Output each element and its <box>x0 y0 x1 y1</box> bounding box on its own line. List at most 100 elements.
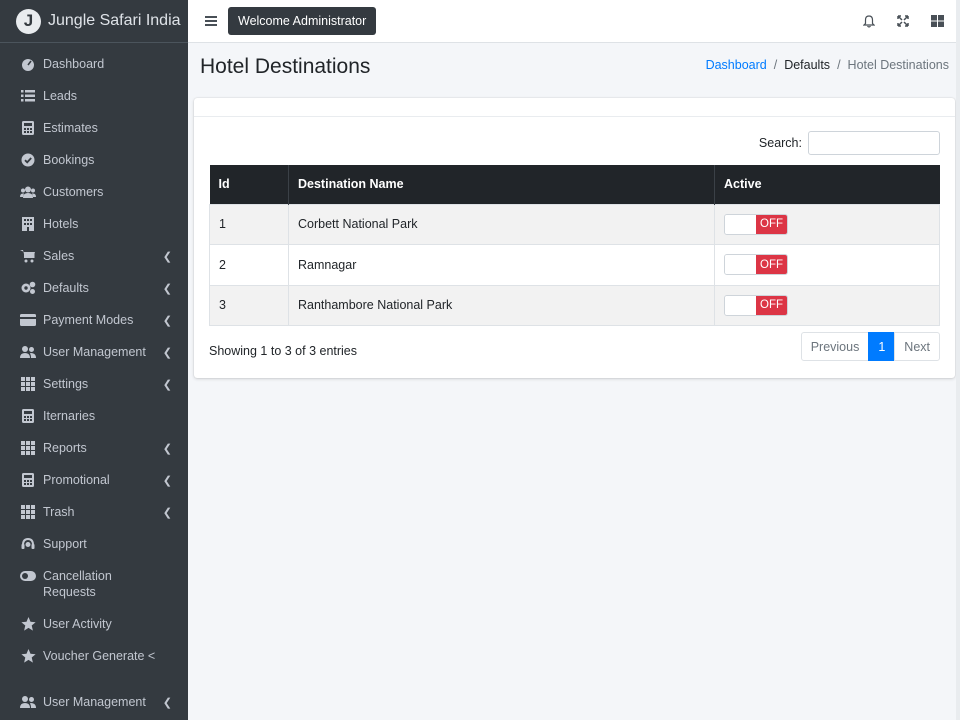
sidebar-item-label: Settings <box>43 377 89 391</box>
user-group-icon <box>20 694 36 710</box>
sidebar-item-leads[interactable]: Leads <box>0 80 188 112</box>
sidebar-item-label: User Management <box>43 695 146 709</box>
toggle-off-label: OFF <box>756 255 787 275</box>
sidebar-item-label: Bookings <box>43 153 95 167</box>
column-header-destination-name[interactable]: Destination Name <box>288 165 715 204</box>
column-header-active[interactable]: Active <box>714 165 940 204</box>
sidebar-item-label: Trash <box>43 505 75 519</box>
sidebar-item-label: Iternaries <box>43 409 96 423</box>
sidebar-item-settings[interactable]: Settings ❮ <box>0 368 188 400</box>
calculator-icon <box>20 408 36 424</box>
menu-toggle-icon[interactable] <box>205 16 217 26</box>
pagination-previous[interactable]: Previous <box>800 332 870 361</box>
sidebar-item-label: Hotels <box>43 217 79 231</box>
sidebar: J Jungle Safari India Dashboard Leads Es… <box>0 0 188 720</box>
check-circle-icon <box>20 152 36 168</box>
sidebar-item-sales[interactable]: Sales ❮ <box>0 240 188 272</box>
column-header-id[interactable]: Id <box>209 165 289 204</box>
cell-id: 2 <box>209 244 289 285</box>
chevron-left-icon: ❮ <box>162 379 172 391</box>
calculator-icon <box>20 472 36 488</box>
chevron-left-icon: ❮ <box>162 347 172 359</box>
cell-active: OFF <box>714 244 940 285</box>
sidebar-item-customers[interactable]: Customers <box>0 176 188 208</box>
cell-id: 1 <box>209 203 289 245</box>
pagination-next[interactable]: Next <box>894 332 940 361</box>
chevron-left-icon: ❮ <box>162 283 172 295</box>
grid-icon <box>20 440 36 456</box>
sidebar-item-iternaries[interactable]: Iternaries <box>0 400 188 432</box>
list-icon <box>20 88 36 104</box>
page-scrollbar[interactable] <box>956 0 960 720</box>
pagination-page-1[interactable]: 1 <box>868 332 896 361</box>
star-icon <box>20 616 36 632</box>
sidebar-item-user-activity[interactable]: User Activity <box>0 608 188 640</box>
sidebar-item-reports[interactable]: Reports ❮ <box>0 432 188 464</box>
toggle-knob <box>725 255 756 275</box>
sidebar-item-support[interactable]: Support <box>0 528 188 560</box>
grid-icon <box>20 504 36 520</box>
sidebar-item-payment-modes[interactable]: Payment Modes ❮ <box>0 304 188 336</box>
sidebar-item-defaults[interactable]: Defaults ❮ <box>0 272 188 304</box>
cell-active: OFF <box>714 203 940 245</box>
dashboard-icon <box>20 56 36 72</box>
fullscreen-icon[interactable] <box>896 14 910 28</box>
table-header-row: Id Destination Name Active <box>209 165 940 204</box>
apps-grid-icon[interactable] <box>930 14 944 28</box>
chevron-left-icon: ❮ <box>162 475 172 487</box>
bell-icon[interactable] <box>862 14 876 28</box>
sidebar-nav: Dashboard Leads Estimates Bookings Custo… <box>0 43 188 718</box>
sidebar-item-user-management-2[interactable]: User Management ❮ <box>0 686 188 718</box>
active-toggle[interactable]: OFF <box>724 254 788 276</box>
sidebar-item-promotional[interactable]: Promotional ❮ <box>0 464 188 496</box>
brand-logo: J <box>16 8 41 34</box>
sidebar-item-hotels[interactable]: Hotels <box>0 208 188 240</box>
table-row: 3 Ranthambore National Park OFF <box>209 284 940 326</box>
cell-active: OFF <box>714 284 940 326</box>
sidebar-item-label: Support <box>43 537 87 551</box>
toggle-off-label: OFF <box>756 295 787 315</box>
sidebar-item-estimates[interactable]: Estimates <box>0 112 188 144</box>
cogs-icon <box>20 280 36 296</box>
card-header <box>194 98 955 117</box>
sidebar-item-label: Estimates <box>43 121 98 135</box>
sidebar-item-label: Voucher Generate < <box>43 649 156 663</box>
top-navbar: Welcome Administrator <box>188 0 960 43</box>
sidebar-item-cancellation-requests[interactable]: Cancellation Requests <box>0 560 188 608</box>
welcome-button[interactable]: Welcome Administrator <box>228 7 377 35</box>
chevron-left-icon: ❮ <box>162 697 172 709</box>
sidebar-item-label: Dashboard <box>43 57 105 71</box>
cell-destination-name: Corbett National Park <box>288 203 715 245</box>
sidebar-item-label: Leads <box>43 89 78 103</box>
sidebar-item-voucher-generate[interactable]: Voucher Generate < <box>0 640 188 672</box>
sidebar-item-bookings[interactable]: Bookings <box>0 144 188 176</box>
active-toggle[interactable]: OFF <box>724 294 788 316</box>
headset-icon <box>20 536 36 552</box>
toggle-knob <box>725 214 756 234</box>
brand-link[interactable]: J Jungle Safari India <box>0 0 188 43</box>
star-icon <box>20 648 36 664</box>
chevron-left-icon: ❮ <box>162 251 172 263</box>
breadcrumb-defaults: Defaults <box>784 58 831 72</box>
breadcrumb-separator: / <box>773 58 778 72</box>
cell-destination-name: Ramnagar <box>288 244 715 285</box>
search-input[interactable] <box>808 131 940 155</box>
sidebar-item-label: User Activity <box>43 617 112 631</box>
breadcrumb-separator: / <box>837 58 841 72</box>
toggle-knob <box>725 295 756 315</box>
sidebar-item-label: Defaults <box>43 281 89 295</box>
sidebar-item-label: Promotional <box>43 473 110 487</box>
sidebar-item-label: Cancellation Requests <box>43 569 112 599</box>
sidebar-item-user-management[interactable]: User Management ❮ <box>0 336 188 368</box>
breadcrumb-dashboard-link[interactable]: Dashboard <box>706 58 767 72</box>
credit-card-icon <box>20 312 36 328</box>
cart-icon <box>20 248 36 264</box>
active-toggle[interactable]: OFF <box>724 213 788 235</box>
users-icon <box>20 184 36 200</box>
user-group-icon <box>20 344 36 360</box>
chevron-left-icon: ❮ <box>162 315 172 327</box>
calculator-icon <box>20 120 36 136</box>
brand-name: Jungle Safari India <box>48 12 181 29</box>
sidebar-item-trash[interactable]: Trash ❮ <box>0 496 188 528</box>
sidebar-item-dashboard[interactable]: Dashboard <box>0 48 188 80</box>
